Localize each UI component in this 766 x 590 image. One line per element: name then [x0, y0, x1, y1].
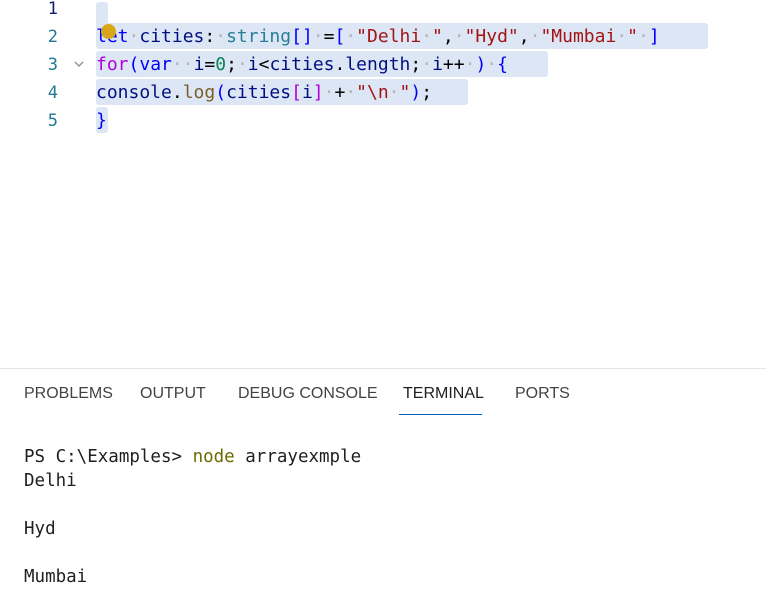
- code-token: <: [258, 54, 270, 75]
- code-token: console: [96, 82, 172, 103]
- whitespace-marker: ·: [312, 26, 324, 47]
- code-line-5[interactable]: 5 }: [0, 107, 766, 135]
- code-token: ,: [518, 26, 530, 47]
- whitespace-marker: ·: [128, 26, 140, 47]
- code-token: "Hyd": [464, 26, 519, 47]
- whitespace-marker: ·: [345, 82, 357, 103]
- code-token: }: [96, 110, 107, 131]
- whitespace-marker: ·: [486, 54, 498, 75]
- code-token: i: [432, 54, 443, 75]
- fold-chevron-icon[interactable]: [72, 57, 86, 71]
- code-token: +: [334, 82, 346, 103]
- code-line-4[interactable]: 4 console.log(cities[i]·+·"\n·");: [0, 79, 766, 107]
- code-editor[interactable]: 1 2 let·cities:·string[]·=[·"Delhi·",·"H…: [0, 0, 766, 368]
- terminal-prompt: PS C:\Examples>: [24, 447, 193, 467]
- code-token: {: [497, 54, 508, 75]
- lightbulb-icon[interactable]: [101, 24, 116, 39]
- code-token: =: [204, 54, 216, 75]
- whitespace-marker: ·: [236, 54, 248, 75]
- code-token: ++: [442, 54, 465, 75]
- code-token: .: [334, 54, 346, 75]
- code-token: ": [432, 26, 443, 47]
- whitespace-marker: ·: [323, 82, 335, 103]
- code-token: ": [399, 82, 411, 103]
- code-token: .: [171, 82, 183, 103]
- line-number: 2: [47, 27, 58, 47]
- line-number: 5: [47, 111, 58, 131]
- whitespace-marker: ·: [345, 26, 357, 47]
- bottom-panel: PROBLEMS OUTPUT DEBUG CONSOLE TERMINAL P…: [0, 368, 766, 590]
- code-token: ;: [226, 54, 237, 75]
- whitespace-marker: ·: [616, 26, 628, 47]
- code-token: (: [215, 82, 227, 103]
- code-token: (: [128, 54, 140, 75]
- code-token: ;: [410, 54, 422, 75]
- code-token: length: [345, 54, 411, 75]
- tab-terminal[interactable]: TERMINAL: [403, 385, 484, 403]
- tab-ports[interactable]: PORTS: [515, 385, 570, 403]
- tab-problems[interactable]: PROBLEMS: [24, 385, 113, 403]
- terminal-args: arrayexmple: [234, 447, 362, 467]
- whitespace-marker: ·: [388, 82, 400, 103]
- code-token: log: [182, 82, 216, 103]
- code-token: cities: [139, 26, 205, 47]
- tab-debug-console[interactable]: DEBUG CONSOLE: [238, 385, 378, 403]
- code-token: i: [247, 54, 259, 75]
- code-token: string: [226, 26, 292, 47]
- code-token: 0: [215, 54, 227, 75]
- terminal-output-line: Hyd: [24, 519, 56, 539]
- code-token: ": [627, 26, 638, 47]
- code-token: [: [291, 82, 302, 103]
- code-token: ): [410, 82, 422, 103]
- line-number: 1: [47, 0, 58, 19]
- whitespace-marker: ·: [464, 54, 476, 75]
- code-token: i: [193, 54, 205, 75]
- code-token: ]: [648, 26, 660, 47]
- code-token: [: [334, 26, 346, 47]
- terminal-output[interactable]: PS C:\Examples> node arrayexmple Delhi H…: [24, 445, 361, 589]
- whitespace-marker: ·: [529, 26, 541, 47]
- code-text: }: [96, 107, 107, 135]
- code-token: cities: [226, 82, 292, 103]
- whitespace-marker: ·: [421, 26, 433, 47]
- code-token: "\n: [356, 82, 389, 103]
- code-token: "Delhi: [356, 26, 422, 47]
- whitespace-marker: ·: [421, 54, 433, 75]
- terminal-output-line: Delhi: [24, 471, 77, 491]
- code-token: for: [96, 54, 129, 75]
- code-line-3[interactable]: 3 for(var··i=0;·i<cities.length;·i++·)·{: [0, 51, 766, 79]
- terminal-command: node: [192, 447, 235, 467]
- code-token: "Mumbai: [540, 26, 617, 47]
- code-line-1[interactable]: 1: [0, 0, 766, 23]
- code-token: :: [204, 26, 216, 47]
- code-text: for(var··i=0;·i<cities.length;·i++·)·{: [96, 51, 508, 79]
- code-token: cities: [269, 54, 335, 75]
- code-text: let·cities:·string[]·=[·"Delhi·",·"Hyd",…: [96, 23, 660, 51]
- code-token: ]: [312, 82, 324, 103]
- panel-tabs: PROBLEMS OUTPUT DEBUG CONSOLE TERMINAL P…: [0, 369, 766, 419]
- terminal-output-line: Mumbai: [24, 567, 88, 587]
- code-token: []: [291, 26, 313, 47]
- line-number: 3: [47, 55, 58, 75]
- whitespace-marker: ·: [638, 26, 649, 47]
- code-token: =: [323, 26, 335, 47]
- code-token: ,: [442, 26, 454, 47]
- whitespace-marker: ··: [171, 54, 194, 75]
- code-text: console.log(cities[i]·+·"\n·");: [96, 79, 432, 107]
- active-tab-indicator: [399, 414, 482, 415]
- tab-output[interactable]: OUTPUT: [140, 385, 206, 403]
- code-token: ;: [421, 82, 433, 103]
- whitespace-marker: ·: [453, 26, 465, 47]
- code-token: var: [139, 54, 172, 75]
- line-number: 4: [47, 83, 58, 103]
- code-token: ): [475, 54, 487, 75]
- whitespace-marker: ·: [215, 26, 227, 47]
- code-token: i: [301, 82, 313, 103]
